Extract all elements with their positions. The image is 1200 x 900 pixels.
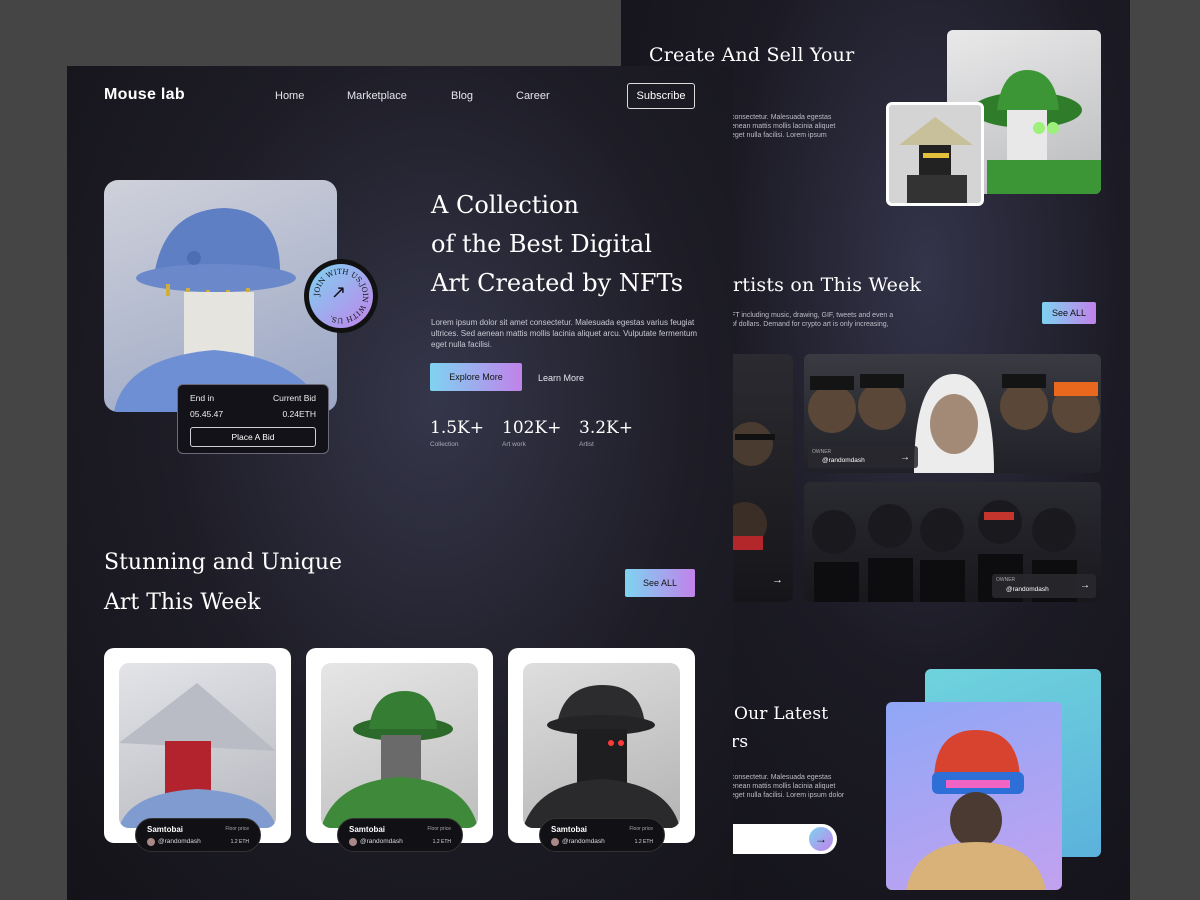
- nft-name: Samtobai: [349, 825, 386, 834]
- nav-career[interactable]: Career: [516, 90, 550, 102]
- artists-title: rtists on This Week: [733, 274, 922, 296]
- nft-price: 1.2 ETH: [432, 839, 451, 845]
- nft-owner: @randomdash: [562, 838, 605, 845]
- stat-artwork: 102K+ Art work: [502, 418, 561, 448]
- section-title: Stunning and Unique Art This Week: [104, 550, 343, 615]
- nft-owner: @randomdash: [360, 838, 403, 845]
- floor-price-label: Floor price: [225, 826, 249, 832]
- artists-see-all-button[interactable]: See ALL: [1042, 302, 1096, 324]
- stat-value: 3.2K+: [579, 418, 633, 438]
- join-us-badge[interactable]: JOIN WITH US.JOIN WITH US. ↗: [304, 259, 378, 333]
- nft-card-info: Samtobai Floor price @randomdash 1.2 ETH: [539, 818, 665, 852]
- stat-artist: 3.2K+ Artist: [579, 418, 633, 448]
- latest-desc: consectetur. Malesuada egestas enean mat…: [731, 774, 845, 799]
- owner-label: OWNER: [812, 449, 832, 455]
- nav-blog[interactable]: Blog: [451, 90, 473, 102]
- owner-name: @randomdash: [1006, 586, 1049, 593]
- nft-card-image: [321, 663, 478, 828]
- stat-collection: 1.5K+ Collection: [430, 418, 484, 448]
- arrow-up-right-icon: ↗: [331, 282, 347, 302]
- see-all-button[interactable]: See ALL: [625, 569, 695, 597]
- newsletter-input[interactable]: →: [729, 824, 837, 854]
- nav-home[interactable]: Home: [275, 90, 304, 102]
- nft-card[interactable]: Samtobai Floor price @randomdash 1.2 ETH: [508, 648, 695, 852]
- subscribe-button[interactable]: Subscribe: [627, 83, 695, 109]
- nft-card-image: [523, 663, 680, 828]
- latest-title-tail: rs: [731, 732, 749, 752]
- ape-collection-bottom: OWNER @randomdash →: [804, 482, 1101, 602]
- explore-more-button[interactable]: Explore More: [430, 363, 522, 391]
- arrow-right-icon[interactable]: →: [900, 452, 910, 463]
- hero-description: Lorem ipsum dolor sit amet consectetur. …: [431, 318, 698, 349]
- nft-price: 1.2 ETH: [634, 839, 653, 845]
- current-bid-label: Current Bid: [273, 393, 316, 403]
- avatar: [551, 838, 559, 846]
- arrow-right-icon[interactable]: →: [1080, 580, 1090, 591]
- rtfkt-nft-image: [886, 702, 1062, 890]
- ape-collection-top: OWNER @randomdash →: [804, 354, 1101, 473]
- nft-card-info: Samtobai Floor price @randomdash 1.2 ETH: [135, 818, 261, 852]
- nft-owner: @randomdash: [158, 838, 201, 845]
- nft-card[interactable]: Samtobai Floor price @randomdash 1.2 ETH: [104, 648, 291, 852]
- avatar: [349, 838, 357, 846]
- current-bid-card: End in Current Bid 05.45.47 0.24ETH Plac…: [177, 384, 329, 454]
- floor-price-label: Floor price: [629, 826, 653, 832]
- straw-hat-nft-image: [886, 102, 984, 206]
- avatar: [147, 838, 155, 846]
- arrow-right-icon[interactable]: →: [772, 574, 783, 586]
- end-in-label: End in: [190, 393, 215, 403]
- create-title: Create And Sell Your: [649, 44, 855, 66]
- front-page: Mouse lab Home Marketplace Blog Career S…: [67, 66, 733, 900]
- create-desc: consectetur. Malesuada egestas enean mat…: [731, 114, 836, 139]
- nft-card-info: Samtobai Floor price @randomdash 1.2 ETH: [337, 818, 463, 852]
- owner-label: OWNER: [996, 577, 1016, 583]
- place-bid-button[interactable]: Place A Bid: [190, 427, 316, 447]
- owner-name: @randomdash: [822, 457, 865, 464]
- floor-price-label: Floor price: [427, 826, 451, 832]
- stat-label: Artist: [579, 441, 594, 448]
- nft-card[interactable]: Samtobai Floor price @randomdash 1.2 ETH: [306, 648, 493, 852]
- learn-more-link[interactable]: Learn More: [538, 373, 584, 383]
- nft-name: Samtobai: [551, 825, 588, 834]
- artists-desc: FT including music, drawing, GIF, tweets…: [731, 312, 894, 328]
- nav-marketplace[interactable]: Marketplace: [347, 90, 407, 102]
- nft-name: Samtobai: [147, 825, 184, 834]
- nft-card-image: [119, 663, 276, 828]
- stat-label: Art work: [502, 441, 526, 448]
- end-in-time: 05.45.47: [190, 409, 224, 419]
- hero-title: A Collection of the Best Digital Art Cre…: [431, 191, 684, 297]
- nft-price: 1.2 ETH: [230, 839, 249, 845]
- stat-value: 102K+: [502, 418, 562, 438]
- stat-value: 1.5K+: [430, 418, 484, 438]
- submit-arrow-icon[interactable]: →: [809, 827, 833, 851]
- current-bid-price: 0.24ETH: [282, 409, 316, 419]
- hero-nft-image: [104, 180, 337, 412]
- latest-title: Our Latest: [734, 704, 829, 724]
- logo[interactable]: Mouse lab: [104, 86, 185, 104]
- stat-label: Collection: [430, 441, 459, 448]
